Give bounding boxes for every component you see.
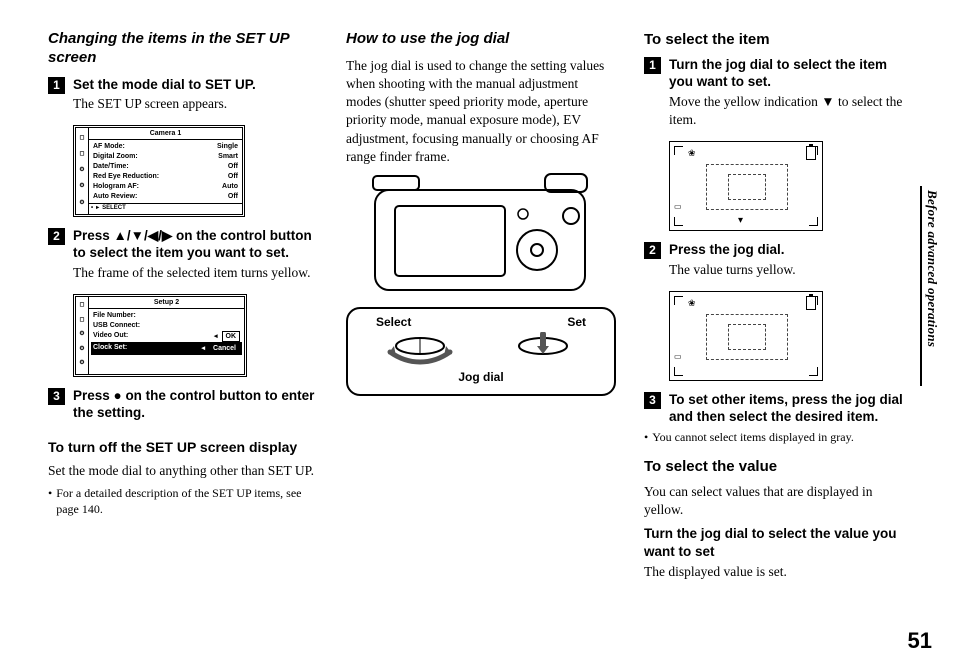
col1-step-2: 2 Press ▲/▼/◀/▶ on the control button to… <box>48 227 318 288</box>
col3-step2-body: The value turns yellow. <box>669 261 914 279</box>
wrench-icon: ⚙ <box>76 200 88 208</box>
camera-back-icon <box>365 172 597 302</box>
af-screen-2: ❀ ▭ <box>669 291 823 381</box>
col1-step1-bold: Set the mode dial to SET UP. <box>73 76 318 94</box>
screen1-title: Camera 1 <box>89 128 242 140</box>
af-screen-1: ❀ ▾ ▭ <box>669 141 823 231</box>
col2-heading: How to use the jog dial <box>346 30 616 49</box>
screen2-row: USB Connect: <box>91 320 242 330</box>
setup-screen-1: ◻ ◻ ⚙ ⚙ ⚙ Camera 1 AF Mode:SingleDigital… <box>73 125 245 216</box>
memory-stick-icon: ▭ <box>674 202 682 212</box>
camera-icon: ◻ <box>76 135 88 143</box>
battery-icon <box>806 146 816 160</box>
jog-caption: Jog dial <box>358 370 604 386</box>
col3-step-3: 3 To set other items, press the jog dial… <box>644 391 914 426</box>
col3-head2-body: You can select values that are displayed… <box>644 483 914 519</box>
camera-icon: ◻ <box>76 302 88 310</box>
jog-set-label: Set <box>567 315 586 331</box>
col1-step-3: 3 Press ● on the control button to enter… <box>48 387 318 422</box>
col1-sub1-body: Set the mode dial to anything other than… <box>48 462 318 480</box>
macro-icon: ❀ <box>688 148 696 160</box>
col1-step2-body: The frame of the selected item turns yel… <box>73 264 318 282</box>
col1-step3-bold: Press ● on the control button to enter t… <box>73 387 318 422</box>
wrench-icon: ⚙ <box>76 167 88 175</box>
step-number-1: 1 <box>48 77 65 94</box>
select-dots-icon <box>91 205 94 213</box>
col3-step1-body: Move the yellow indication ▼ to select t… <box>669 93 914 129</box>
col3-step3-bold: To set other items, press the jog dial a… <box>669 391 914 426</box>
screen1-row: Hologram AF:Auto <box>91 182 240 192</box>
screen1-row: Auto Review:Off <box>91 192 240 202</box>
col3-step2-bold: Press the jog dial. <box>669 241 914 259</box>
jog-select-icon <box>384 332 456 366</box>
screen1-row: Digital Zoom:Smart <box>91 151 240 161</box>
step-number-3: 3 <box>644 392 661 409</box>
step-number-2: 2 <box>644 242 661 259</box>
col1-note-1: • For a detailed description of the SET … <box>48 486 318 517</box>
wrench-icon: ⚙ <box>76 331 88 339</box>
camera-icon: ◻ <box>76 317 88 325</box>
battery-icon <box>806 296 816 310</box>
camera-icon: ◻ <box>76 151 88 159</box>
step-number-2: 2 <box>48 228 65 245</box>
column-2: How to use the jog dial The jog dial is … <box>346 30 616 652</box>
screen2-title: Setup 2 <box>89 297 244 309</box>
jog-dial-box: Select Set Jog dial <box>346 307 616 396</box>
select-arrow-icon <box>96 205 100 213</box>
col1-heading: Changing the items in the SET UP screen <box>48 30 318 68</box>
col1-step-1: 1 Set the mode dial to SET UP. The SET U… <box>48 76 318 120</box>
jog-set-icon <box>507 332 579 366</box>
screen1-row: AF Mode:Single <box>91 141 240 151</box>
col1-subhead-1: To turn off the SET UP screen display <box>48 438 318 456</box>
setup-screen-2: ◻ ◻ ⚙ ⚙ ⚙ Setup 2 File Number:USB Connec… <box>73 294 247 376</box>
column-1: Changing the items in the SET UP screen … <box>48 30 318 652</box>
col3-sub-bold: Turn the jog dial to select the value yo… <box>644 525 914 560</box>
col1-step2-bold: Press ▲/▼/◀/▶ on the control button to s… <box>73 227 318 262</box>
camera-diagram <box>365 172 597 307</box>
screen2-row: Video Out:OK <box>91 330 242 342</box>
screen1-row: Red Eye Reduction:Off <box>91 172 240 182</box>
col3-step-1: 1 Turn the jog dial to select the item y… <box>644 56 914 136</box>
macro-icon: ❀ <box>688 298 696 310</box>
jog-select-label: Select <box>376 315 411 331</box>
col3-note-1: • You cannot select items displayed in g… <box>644 430 914 446</box>
col3-step-2: 2 Press the jog dial. The value turns ye… <box>644 241 914 285</box>
wrench-icon: ⚙ <box>76 183 88 191</box>
screen2-row: Clock Set:Cancel <box>91 342 242 354</box>
page-number: 51 <box>908 627 932 656</box>
col2-body: The jog dial is used to change the setti… <box>346 57 616 166</box>
column-3: To select the item 1 Turn the jog dial t… <box>644 30 914 652</box>
side-tab-bar <box>920 186 922 386</box>
col3-sub-body: The displayed value is set. <box>644 563 914 581</box>
col3-head2: To select the value <box>644 457 914 477</box>
col3-step1-bold: Turn the jog dial to select the item you… <box>669 56 914 91</box>
step-number-3: 3 <box>48 388 65 405</box>
col3-head1: To select the item <box>644 30 914 50</box>
col1-step1-body: The SET UP screen appears. <box>73 95 318 113</box>
side-tab-label: Before advanced operations <box>923 190 940 347</box>
down-arrow-icon: ▾ <box>738 214 743 227</box>
step-number-1: 1 <box>644 57 661 74</box>
screen2-row: File Number: <box>91 310 242 320</box>
wrench-icon: ⚙ <box>76 360 88 368</box>
screen1-footer: SELECT <box>102 205 126 213</box>
wrench-icon: ⚙ <box>76 346 88 354</box>
screen1-row: Date/Time:Off <box>91 162 240 172</box>
memory-stick-icon: ▭ <box>674 352 682 362</box>
